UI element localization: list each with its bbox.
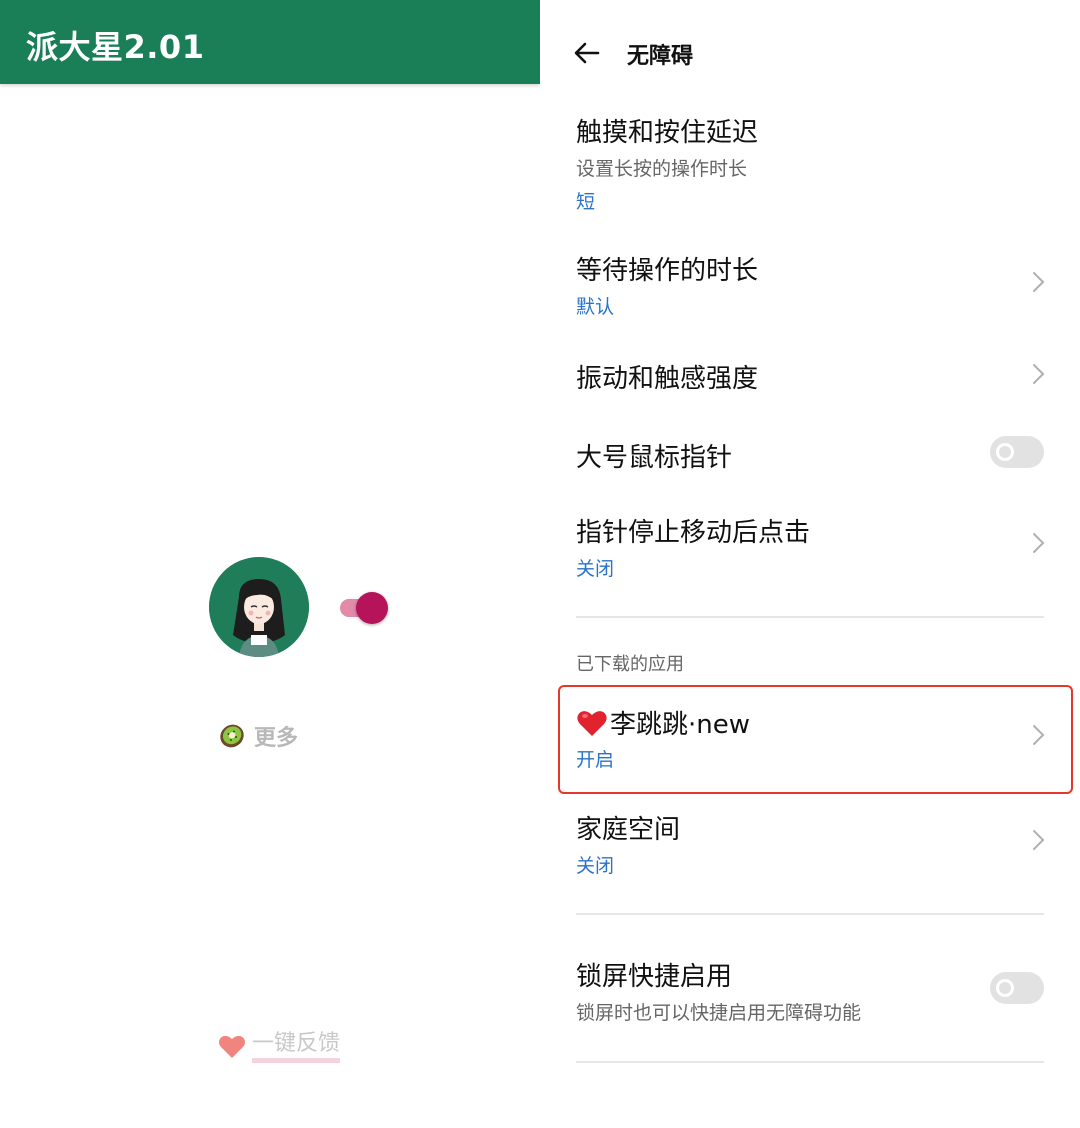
setting-value: 关闭	[576, 558, 615, 580]
heart-icon	[219, 1035, 245, 1058]
more-button[interactable]: 更多	[218, 720, 298, 752]
app-title: 家庭空间	[576, 815, 681, 845]
chevron-right-icon	[1033, 364, 1045, 384]
accessibility-settings-panel: 无障碍 触摸和按住延迟 设置长按的操作时长 短 等待操作的时长 默认 振动和触感…	[540, 0, 1080, 1128]
chevron-right-icon	[1033, 725, 1045, 745]
setting-subtitle: 设置长按的操作时长	[576, 158, 748, 180]
app-title-row: 李跳跳·new	[576, 704, 750, 741]
divider	[576, 1061, 1044, 1063]
divider	[576, 616, 1044, 618]
heart-icon	[577, 710, 607, 736]
setting-subtitle: 锁屏时也可以快捷启用无障碍功能	[576, 1002, 862, 1024]
setting-title: 锁屏快捷启用	[576, 962, 733, 992]
toggle-knob	[996, 443, 1014, 461]
app-status: 关闭	[576, 855, 615, 877]
app-bar: 派大星2.01	[0, 0, 540, 84]
chevron-right-icon	[1033, 272, 1045, 292]
kiwi-icon	[220, 724, 244, 748]
chevron-right-icon	[1033, 830, 1045, 850]
setting-value: 短	[576, 191, 596, 213]
app-title: 李跳跳·new	[610, 710, 751, 740]
setting-title: 振动和触感强度	[576, 364, 759, 394]
app-title: 派大星2.01	[26, 28, 205, 66]
setting-title: 等待操作的时长	[576, 256, 759, 286]
chevron-right-icon	[1033, 533, 1045, 553]
setting-title: 指针停止移动后点击	[576, 518, 811, 548]
section-header-downloaded-apps: 已下载的应用	[576, 654, 684, 675]
setting-value: 默认	[576, 296, 615, 318]
main-toggle-switch[interactable]	[338, 592, 390, 624]
setting-title: 触摸和按住延迟	[576, 118, 759, 148]
avatar[interactable]	[209, 557, 309, 657]
left-app-panel: 派大星2.01 更多 一键反馈	[0, 0, 540, 1128]
divider	[576, 913, 1044, 915]
setting-title: 大号鼠标指针	[576, 443, 733, 473]
switch-thumb	[356, 592, 388, 624]
feedback-label: 一键反馈	[252, 1030, 341, 1063]
page-title: 无障碍	[627, 44, 694, 69]
app-status: 开启	[576, 749, 615, 771]
lock-screen-toggle[interactable]	[990, 972, 1044, 1004]
more-label: 更多	[254, 726, 299, 751]
large-pointer-toggle[interactable]	[990, 436, 1044, 468]
toggle-knob	[996, 979, 1014, 997]
back-arrow-icon[interactable]	[570, 36, 604, 70]
feedback-button[interactable]: 一键反馈	[218, 1028, 341, 1064]
